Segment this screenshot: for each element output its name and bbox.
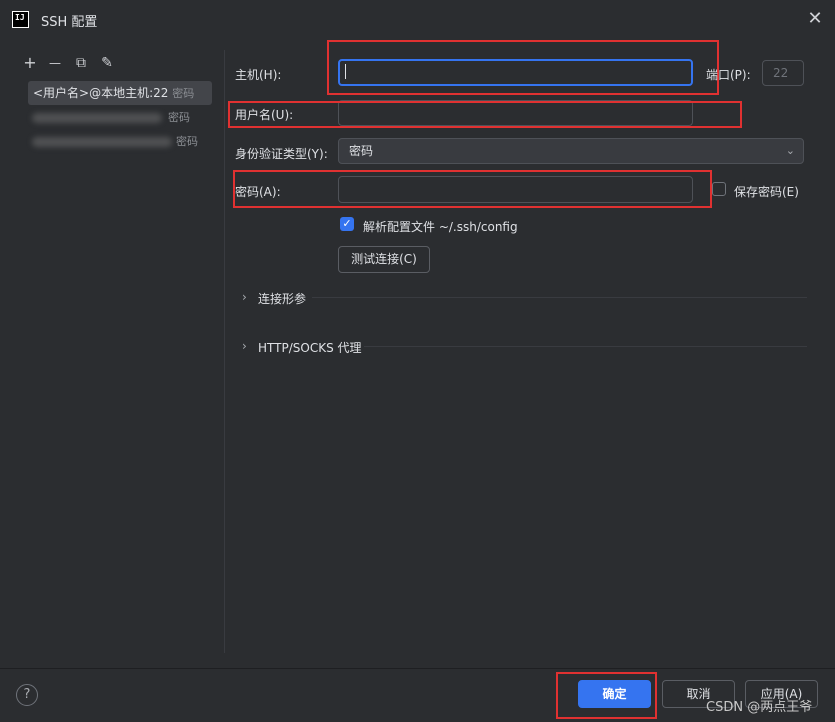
- auth-type-label: 身份验证类型(Y):: [235, 147, 328, 161]
- pane-divider: [224, 50, 225, 653]
- remove-icon[interactable]: —: [46, 54, 64, 72]
- save-password-label: 保存密码(E): [734, 185, 799, 199]
- section-divider: [364, 346, 807, 347]
- section-connection-params[interactable]: 连接形参: [258, 290, 306, 307]
- list-item-name: <用户名>@本地主机:22: [33, 86, 169, 100]
- test-connection-button[interactable]: 测试连接(C): [338, 246, 430, 273]
- edit-icon[interactable]: ✎: [98, 54, 116, 72]
- annotation-box-ok: [556, 672, 657, 719]
- title-bar: [0, 0, 835, 40]
- chevron-right-icon[interactable]: ›: [242, 339, 247, 353]
- annotation-box-username: [228, 101, 742, 128]
- auth-type-select[interactable]: 密码 ⌄: [338, 138, 804, 164]
- blurred-host: [32, 137, 172, 147]
- list-item[interactable]: 密码: [28, 106, 212, 130]
- list-item-auth: 密码: [172, 87, 195, 100]
- chevron-right-icon[interactable]: ›: [242, 290, 247, 304]
- copy-icon[interactable]: ⧉: [72, 54, 90, 72]
- list-item[interactable]: 密码: [28, 130, 212, 154]
- app-logo-icon: IJ: [12, 11, 29, 28]
- auth-type-value: 密码: [349, 144, 374, 158]
- add-icon[interactable]: +: [21, 54, 39, 72]
- watermark: CSDN @两点王爷: [706, 700, 813, 715]
- chevron-down-icon: ⌄: [785, 144, 795, 157]
- parse-config-checkbox[interactable]: ✓: [340, 217, 354, 231]
- list-item-auth: 密码: [168, 111, 190, 124]
- host-label: 主机(H):: [235, 68, 282, 82]
- parse-config-label: 解析配置文件 ~/.ssh/config: [363, 220, 518, 234]
- annotation-box-host: [327, 40, 719, 95]
- annotation-box-password: [233, 170, 712, 208]
- blurred-host: [32, 113, 162, 123]
- section-divider: [312, 297, 807, 298]
- help-button[interactable]: ?: [16, 684, 38, 706]
- save-password-checkbox[interactable]: [712, 182, 726, 196]
- port-input[interactable]: 22: [762, 60, 804, 86]
- list-item-auth: 密码: [176, 135, 198, 148]
- close-icon[interactable]: ✕: [805, 9, 825, 29]
- port-label: 端口(P):: [706, 68, 751, 82]
- list-item[interactable]: <用户名>@本地主机:22 密码: [28, 81, 212, 105]
- window-title: SSH 配置: [41, 15, 98, 30]
- section-proxy[interactable]: HTTP/SOCKS 代理: [258, 339, 362, 356]
